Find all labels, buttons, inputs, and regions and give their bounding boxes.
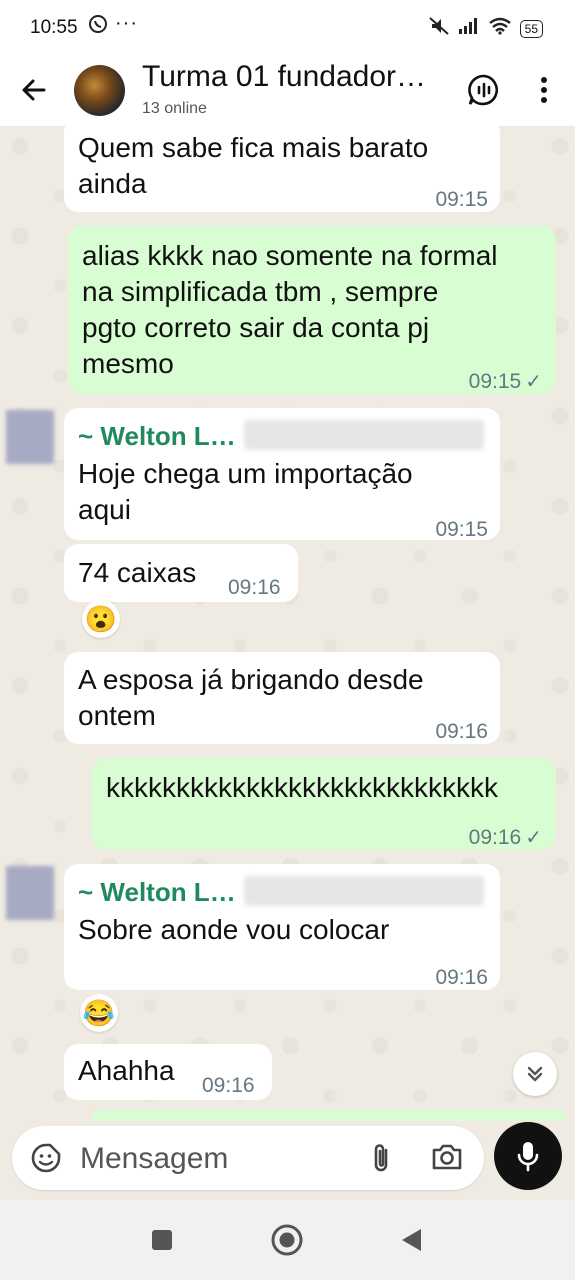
- message-text-line: mesmo: [82, 348, 174, 379]
- more-notifications-icon: ···: [115, 12, 138, 34]
- message-text-line: 74 caixas: [78, 557, 197, 588]
- chat-header: Turma 01 fundador… 13 online: [0, 56, 575, 126]
- sent-check-icon: ✓: [525, 827, 542, 849]
- message-time: 09:15: [435, 518, 488, 541]
- mute-icon: [428, 16, 450, 42]
- whatsapp-notification-icon: [88, 14, 108, 40]
- message-bubble-outgoing[interactable]: alias kkkk nao somente na formal na simp…: [68, 226, 556, 394]
- message-text-line: aqui: [78, 494, 131, 525]
- message-text-line: Sobre aonde vou colocar: [78, 914, 390, 945]
- double-chevron-down-icon[interactable]: [513, 1052, 557, 1096]
- home-circle-icon[interactable]: [269, 1222, 305, 1258]
- status-time: 10:55: [30, 17, 78, 38]
- voice-chat-icon[interactable]: [464, 70, 504, 110]
- message-time: 09:16: [435, 966, 488, 989]
- group-avatar[interactable]: [74, 65, 125, 116]
- message-bubble[interactable]: ~ Welton L… Sobre aonde vou colocar 09:1…: [64, 864, 500, 990]
- sticker-icon[interactable]: [30, 1142, 62, 1174]
- sender-name[interactable]: ~ Welton L…: [78, 874, 236, 910]
- partial-message-bubble: [92, 1110, 567, 1121]
- more-vert-icon[interactable]: [524, 70, 564, 110]
- back-triangle-icon[interactable]: [394, 1222, 430, 1258]
- message-text-line: na simplificada tbm , sempre: [82, 276, 439, 307]
- sender-name[interactable]: ~ Welton L…: [78, 418, 236, 454]
- message-time: 09:16: [228, 576, 281, 599]
- arrow-left-icon[interactable]: [18, 74, 50, 106]
- reaction-emoji[interactable]: 😮: [82, 600, 120, 638]
- message-text-line: alias kkkk nao somente na formal: [82, 240, 498, 271]
- camera-icon[interactable]: [430, 1141, 466, 1175]
- message-text-line: Hoje chega um importação: [78, 458, 413, 489]
- microphone-icon[interactable]: [494, 1122, 562, 1190]
- sender-avatar[interactable]: [6, 410, 54, 464]
- message-text-line: ontem: [78, 700, 156, 731]
- chat-area[interactable]: Quem sabe fica mais barato ainda 09:15 a…: [0, 126, 575, 1121]
- redacted-phone: [244, 420, 484, 450]
- system-navigation-bar: [0, 1200, 575, 1280]
- reaction-emoji[interactable]: 😂: [80, 994, 118, 1032]
- paperclip-icon[interactable]: [366, 1141, 398, 1175]
- message-text-line: ainda: [78, 168, 147, 199]
- message-time: 09:16: [435, 720, 488, 743]
- sender-avatar[interactable]: [6, 866, 54, 920]
- message-time: 09:15: [468, 370, 522, 393]
- message-time: 09:16: [468, 826, 522, 849]
- recents-square-icon[interactable]: [144, 1222, 180, 1258]
- redacted-phone: [244, 876, 484, 906]
- message-time: 09:16: [202, 1074, 255, 1097]
- message-bubble[interactable]: A esposa já brigando desde ontem 09:16: [64, 652, 500, 744]
- message-composer: [12, 1126, 484, 1190]
- message-text-line: A esposa já brigando desde: [78, 664, 424, 695]
- message-bubble[interactable]: Ahahha 09:16: [64, 1044, 272, 1100]
- sent-check-icon: ✓: [525, 371, 542, 393]
- message-text-line: Ahahha: [78, 1055, 175, 1086]
- message-bubble-outgoing[interactable]: kkkkkkkkkkkkkkkkkkkkkkkkkkkk 09:16 ✓: [92, 758, 556, 850]
- message-time: 09:15: [435, 188, 488, 211]
- chat-title[interactable]: Turma 01 fundador…: [142, 60, 426, 94]
- status-bar: 10:55 ··· 55: [0, 0, 575, 56]
- message-input[interactable]: [78, 1136, 332, 1182]
- message-bubble[interactable]: Quem sabe fica mais barato ainda 09:15: [64, 126, 500, 212]
- wifi-icon: [488, 17, 512, 41]
- chat-subtitle: 13 online: [142, 100, 207, 117]
- message-text-line: Quem sabe fica mais barato: [78, 132, 429, 163]
- message-text-line: pgto correto sair da conta pj: [82, 312, 430, 343]
- message-bubble[interactable]: 74 caixas 09:16: [64, 544, 298, 602]
- message-bubble[interactable]: ~ Welton L… Hoje chega um importação aqu…: [64, 408, 500, 541]
- signal-icon: [458, 17, 480, 41]
- battery-indicator: 55: [519, 20, 543, 38]
- message-text-line: kkkkkkkkkkkkkkkkkkkkkkkkkkkk: [106, 772, 498, 803]
